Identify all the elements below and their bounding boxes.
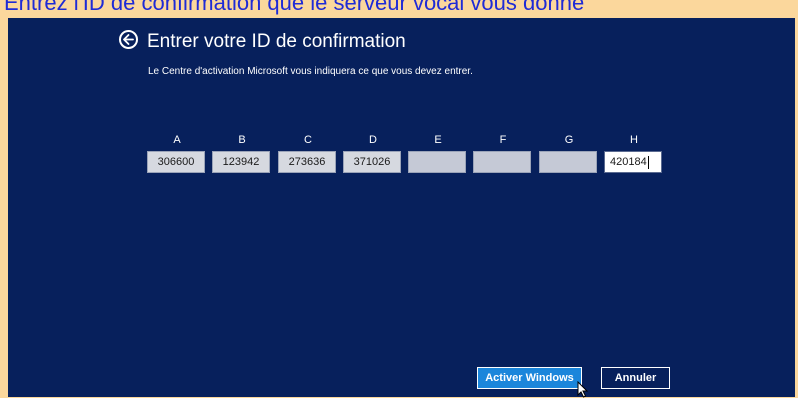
activate-windows-button[interactable]: Activer Windows [477,367,582,389]
confirmation-field-d[interactable]: 371026 [343,151,401,173]
confirmation-field-a[interactable]: 306600 [147,151,205,173]
field-label-g: G [564,134,574,146]
field-label-d: D [369,134,377,146]
confirmation-field-b[interactable]: 123942 [212,151,270,173]
cancel-button[interactable]: Annuler [601,367,670,389]
mouse-pointer-icon [577,381,589,398]
page-title: Entrer votre ID de confirmation [147,31,406,52]
confirmation-field-g[interactable] [539,151,597,173]
field-label-c: C [304,134,312,146]
confirmation-field-c[interactable]: 273636 [278,151,336,173]
back-arrow-icon[interactable] [119,30,138,49]
text-caret [647,155,649,169]
activation-screen: Entrer votre ID de confirmation Le Centr… [8,18,795,398]
page-subtitle: Le Centre d'activation Microsoft vous in… [148,66,473,77]
field-label-a: A [173,134,181,146]
confirmation-field-e[interactable] [408,151,466,173]
caption-banner: Entrez l'ID de confirmation que le serve… [4,0,585,15]
field-h-value: 420184 [610,156,647,168]
field-label-h: H [630,134,638,146]
field-label-b: B [238,134,246,146]
field-label-e: E [434,134,442,146]
field-label-f: F [499,134,507,146]
confirmation-field-f[interactable] [473,151,531,173]
confirmation-field-h[interactable]: 420184 [604,151,662,173]
